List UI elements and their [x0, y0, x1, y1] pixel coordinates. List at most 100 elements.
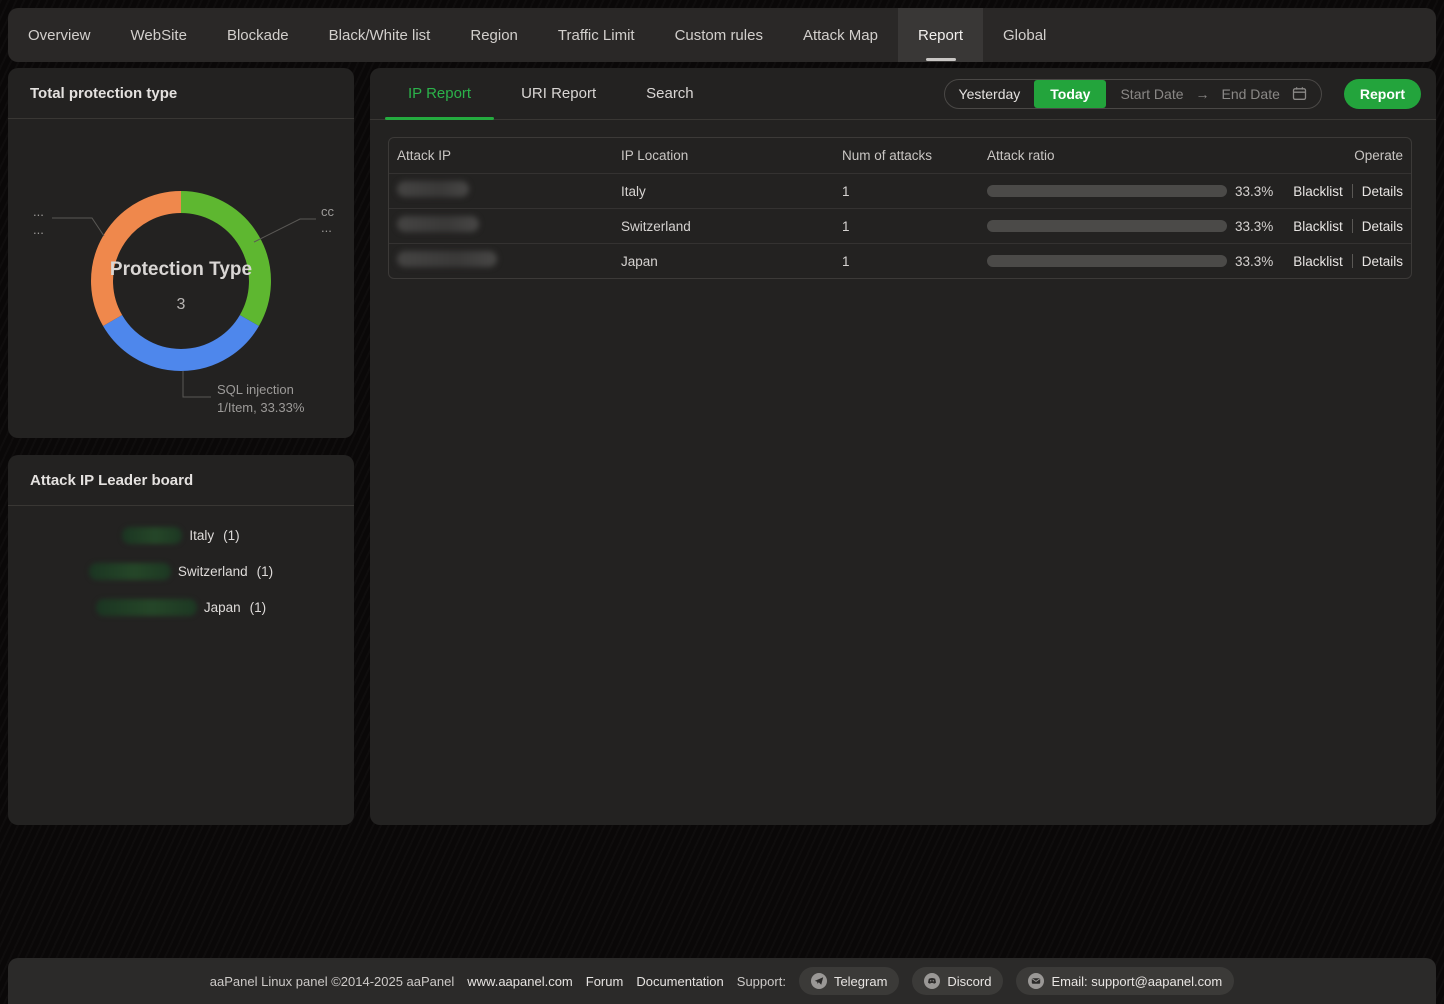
- blurred-ip-bar: [96, 599, 197, 616]
- leaderboard-country: Japan: [204, 600, 241, 615]
- callout-line-left: [52, 218, 104, 236]
- ratio-bar-track: [987, 255, 1227, 267]
- ratio-bar-track: [987, 185, 1227, 197]
- end-date-placeholder[interactable]: End Date: [1222, 86, 1280, 102]
- leaderboard-row: Switzerland (1): [8, 553, 354, 589]
- start-date-placeholder[interactable]: Start Date: [1120, 86, 1183, 102]
- telegram-icon: [811, 973, 827, 989]
- discord-button[interactable]: Discord: [912, 967, 1003, 995]
- leaderboard-count: (1): [223, 528, 240, 543]
- blurred-attack-ip: [397, 181, 469, 197]
- discord-icon: [924, 973, 940, 989]
- footer-site-link[interactable]: www.aapanel.com: [467, 974, 573, 989]
- footer-docs-link[interactable]: Documentation: [636, 974, 723, 989]
- ratio-bar-track: [987, 220, 1227, 232]
- nav-item-attack-map[interactable]: Attack Map: [783, 8, 898, 62]
- leaderboard-row: Japan (1): [8, 589, 354, 625]
- table-header-row: Attack IP IP Location Num of attacks Att…: [389, 138, 1411, 173]
- report-panel: IP Report URI Report Search Yesterday To…: [370, 68, 1436, 825]
- footer-copyright: aaPanel Linux panel ©2014-2025 aaPanel: [210, 974, 455, 989]
- email-label: Email: support@aapanel.com: [1051, 974, 1222, 989]
- table-row: Italy 1 33.3% Blacklist Details: [389, 173, 1411, 208]
- leaderboard-row: Italy (1): [8, 517, 354, 553]
- details-link[interactable]: Details: [1362, 184, 1403, 199]
- cell-num-attacks: 1: [842, 184, 987, 199]
- nav-item-traffic-limit[interactable]: Traffic Limit: [538, 8, 655, 62]
- nav-item-report[interactable]: Report: [898, 8, 983, 62]
- cell-num-attacks: 1: [842, 219, 987, 234]
- attack-ip-leaderboard-panel: Attack IP Leader board Italy (1) Switzer…: [8, 455, 354, 825]
- leaderboard-count: (1): [250, 600, 267, 615]
- col-header-attack-ratio: Attack ratio: [987, 148, 1277, 163]
- telegram-button[interactable]: Telegram: [799, 967, 899, 995]
- cell-attack-ratio: 33.3%: [987, 254, 1277, 269]
- range-arrow-icon: →: [1196, 86, 1210, 102]
- tab-ip-report[interactable]: IP Report: [383, 68, 496, 120]
- tab-uri-report[interactable]: URI Report: [496, 68, 621, 120]
- ratio-percent-label: 33.3%: [1235, 219, 1273, 234]
- date-range-group: Yesterday Today Start Date → End Date: [944, 79, 1322, 109]
- operate-divider: [1352, 254, 1353, 268]
- donut-center-title: Protection Type: [110, 259, 252, 280]
- ratio-percent-label: 33.3%: [1235, 254, 1273, 269]
- top-navbar: Overview WebSite Blockade Black/White li…: [8, 8, 1436, 62]
- nav-item-custom-rules[interactable]: Custom rules: [655, 8, 783, 62]
- cell-ip-location: Japan: [621, 254, 842, 269]
- total-protection-title: Total protection type: [8, 68, 354, 119]
- protection-type-donut-chart: ... ... cc ... SQL injection 1/Item, 33.…: [8, 119, 354, 437]
- nav-item-blockade[interactable]: Blockade: [207, 8, 309, 62]
- nav-item-region[interactable]: Region: [450, 8, 538, 62]
- nav-item-website[interactable]: WebSite: [111, 8, 207, 62]
- leaderboard-count: (1): [257, 564, 274, 579]
- callout-line-right: [254, 219, 316, 242]
- report-panel-header: IP Report URI Report Search Yesterday To…: [370, 68, 1436, 120]
- ratio-percent-label: 33.3%: [1235, 184, 1273, 199]
- col-header-attack-ip: Attack IP: [397, 148, 621, 163]
- date-range-picker[interactable]: Start Date → End Date: [1106, 86, 1320, 102]
- nav-item-overview[interactable]: Overview: [8, 8, 111, 62]
- blurred-ip-bar: [89, 563, 171, 580]
- cell-ip-location: Italy: [621, 184, 842, 199]
- calendar-icon[interactable]: [1292, 86, 1307, 101]
- operate-divider: [1352, 219, 1353, 233]
- yesterday-button[interactable]: Yesterday: [945, 80, 1035, 108]
- cell-attack-ratio: 33.3%: [987, 184, 1277, 199]
- blurred-attack-ip: [397, 251, 497, 267]
- donut-label-bottom-name: SQL injection: [217, 382, 294, 397]
- leaderboard-country: Italy: [189, 528, 214, 543]
- footer: aaPanel Linux panel ©2014-2025 aaPanel w…: [8, 958, 1436, 1004]
- attack-ip-table: Attack IP IP Location Num of attacks Att…: [388, 137, 1412, 279]
- footer-forum-link[interactable]: Forum: [586, 974, 624, 989]
- telegram-label: Telegram: [834, 974, 887, 989]
- table-row: Japan 1 33.3% Blacklist Details: [389, 243, 1411, 278]
- col-header-num-attacks: Num of attacks: [842, 148, 987, 163]
- email-button[interactable]: Email: support@aapanel.com: [1016, 967, 1234, 995]
- cell-num-attacks: 1: [842, 254, 987, 269]
- leaderboard-title: Attack IP Leader board: [8, 455, 354, 506]
- nav-item-global[interactable]: Global: [983, 8, 1066, 62]
- cell-ip-location: Switzerland: [621, 219, 842, 234]
- callout-line-bottom: [183, 371, 211, 397]
- footer-support-label: Support:: [737, 974, 786, 989]
- report-button[interactable]: Report: [1344, 79, 1421, 109]
- tab-search[interactable]: Search: [621, 68, 719, 120]
- details-link[interactable]: Details: [1362, 254, 1403, 269]
- donut-label-left-value: ...: [33, 222, 44, 237]
- leaderboard-rows: Italy (1) Switzerland (1) Japan (1): [8, 517, 354, 625]
- donut-label-left-name: ...: [33, 204, 44, 219]
- blacklist-link[interactable]: Blacklist: [1293, 254, 1343, 269]
- total-protection-panel: Total protection type ... ... cc ... SQL…: [8, 68, 354, 438]
- donut-label-bottom-value: 1/Item, 33.33%: [217, 400, 305, 415]
- donut-label-right-name: cc: [321, 204, 335, 219]
- operate-divider: [1352, 184, 1353, 198]
- discord-label: Discord: [947, 974, 991, 989]
- nav-item-black-white-list[interactable]: Black/White list: [309, 8, 451, 62]
- today-button[interactable]: Today: [1034, 80, 1106, 108]
- details-link[interactable]: Details: [1362, 219, 1403, 234]
- email-icon: [1028, 973, 1044, 989]
- col-header-operate: Operate: [1277, 148, 1403, 163]
- blacklist-link[interactable]: Blacklist: [1293, 219, 1343, 234]
- blacklist-link[interactable]: Blacklist: [1293, 184, 1343, 199]
- cell-attack-ratio: 33.3%: [987, 219, 1277, 234]
- table-row: Switzerland 1 33.3% Blacklist Details: [389, 208, 1411, 243]
